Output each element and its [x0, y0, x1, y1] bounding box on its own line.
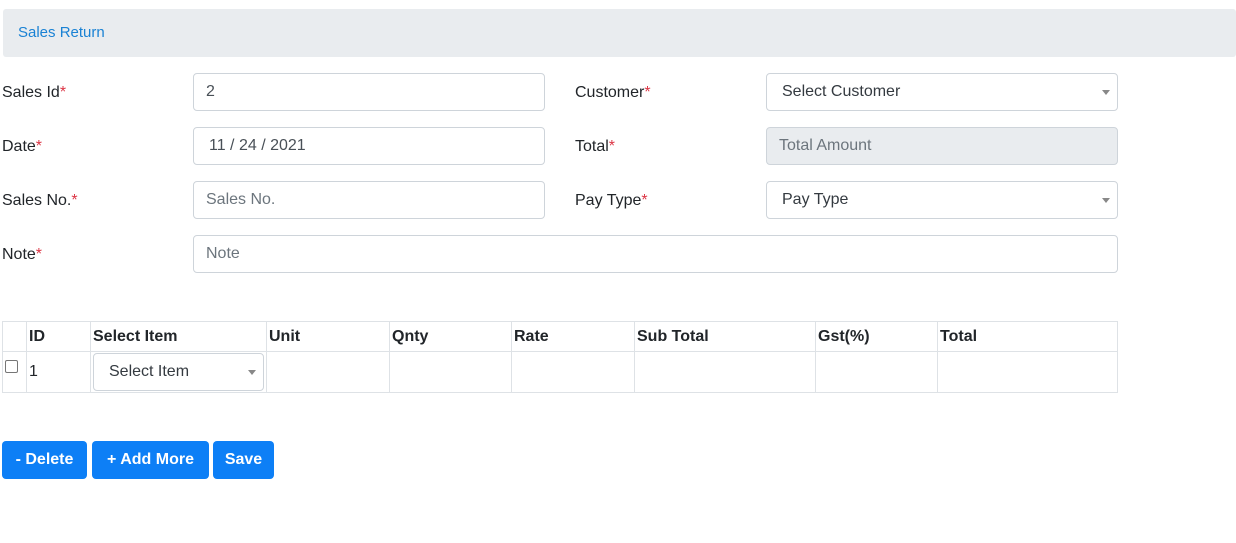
- required-marker: *: [71, 192, 78, 209]
- row-rate-cell[interactable]: [511, 351, 635, 393]
- date-label: Date*: [2, 138, 42, 156]
- customer-selected-value: Select Customer: [782, 83, 901, 100]
- note-label: Note*: [2, 246, 42, 264]
- column-header-qnty: Qnty: [389, 321, 512, 352]
- row-item-cell: Select Item: [90, 351, 267, 393]
- date-input[interactable]: 11 / 24 / 2021: [193, 127, 545, 165]
- chevron-down-icon: [1102, 198, 1110, 203]
- table-header-row: ID Select Item Unit Qnty Rate Sub Total …: [2, 321, 1118, 352]
- required-marker: *: [35, 246, 43, 263]
- required-marker: *: [644, 84, 651, 101]
- item-selected-value: Select Item: [109, 363, 190, 380]
- customer-label-text: Customer: [575, 84, 645, 101]
- sales-id-input[interactable]: 2: [193, 73, 545, 111]
- date-value: 11 / 24 / 2021: [209, 137, 306, 154]
- column-header-sub-total: Sub Total: [634, 321, 816, 352]
- row-checkbox[interactable]: [5, 360, 18, 374]
- total-label: Total*: [575, 138, 615, 156]
- required-marker: *: [641, 192, 648, 209]
- row-checkbox-cell: [2, 351, 27, 393]
- add-more-button[interactable]: + Add More: [92, 441, 209, 479]
- chevron-down-icon: [248, 370, 256, 375]
- required-marker: *: [608, 138, 616, 155]
- note-label-text: Note: [2, 246, 36, 263]
- pay-type-select[interactable]: Pay Type: [766, 181, 1118, 219]
- total-amount-input[interactable]: Total Amount: [766, 127, 1118, 165]
- total-label-text: Total: [575, 138, 609, 155]
- sales-id-label-text: Sales Id: [2, 84, 60, 101]
- page-title: Sales Return: [18, 24, 105, 41]
- required-marker: *: [59, 84, 67, 101]
- sales-no-placeholder: Sales No.: [206, 191, 276, 208]
- column-header-select-item: Select Item: [90, 321, 267, 352]
- delete-button[interactable]: - Delete: [2, 441, 87, 479]
- column-header-select: [2, 321, 27, 352]
- row-qnty-cell[interactable]: [389, 351, 512, 393]
- note-placeholder: Note: [206, 245, 240, 262]
- date-label-text: Date: [2, 138, 36, 155]
- row-sub-total-cell: [634, 351, 816, 393]
- sales-id-label: Sales Id*: [2, 84, 66, 102]
- note-input[interactable]: Note: [193, 235, 1118, 273]
- required-marker: *: [35, 138, 43, 155]
- pay-type-selected-value: Pay Type: [782, 191, 849, 208]
- row-unit-cell[interactable]: [266, 351, 390, 393]
- page-header: Sales Return: [3, 9, 1236, 57]
- save-button[interactable]: Save: [213, 441, 274, 479]
- item-select[interactable]: Select Item: [93, 353, 264, 391]
- table-row: 1 Select Item: [2, 351, 1118, 393]
- column-header-id: ID: [26, 321, 91, 352]
- sales-id-value: 2: [206, 83, 215, 100]
- customer-select[interactable]: Select Customer: [766, 73, 1118, 111]
- items-table: ID Select Item Unit Qnty Rate Sub Total …: [2, 321, 1118, 393]
- customer-label: Customer*: [575, 84, 651, 102]
- column-header-total: Total: [937, 321, 1118, 352]
- column-header-gst: Gst(%): [815, 321, 938, 352]
- chevron-down-icon: [1102, 90, 1110, 95]
- row-total-cell: [937, 351, 1118, 393]
- pay-type-label-text: Pay Type: [575, 192, 642, 209]
- sales-no-label-text: Sales No.: [2, 192, 72, 209]
- sales-no-label: Sales No.*: [2, 192, 78, 210]
- pay-type-label: Pay Type*: [575, 192, 648, 210]
- row-gst-cell[interactable]: [815, 351, 938, 393]
- column-header-unit: Unit: [266, 321, 390, 352]
- total-amount-placeholder: Total Amount: [779, 137, 872, 154]
- sales-no-input[interactable]: Sales No.: [193, 181, 545, 219]
- column-header-rate: Rate: [511, 321, 635, 352]
- row-id-cell: 1: [26, 351, 91, 393]
